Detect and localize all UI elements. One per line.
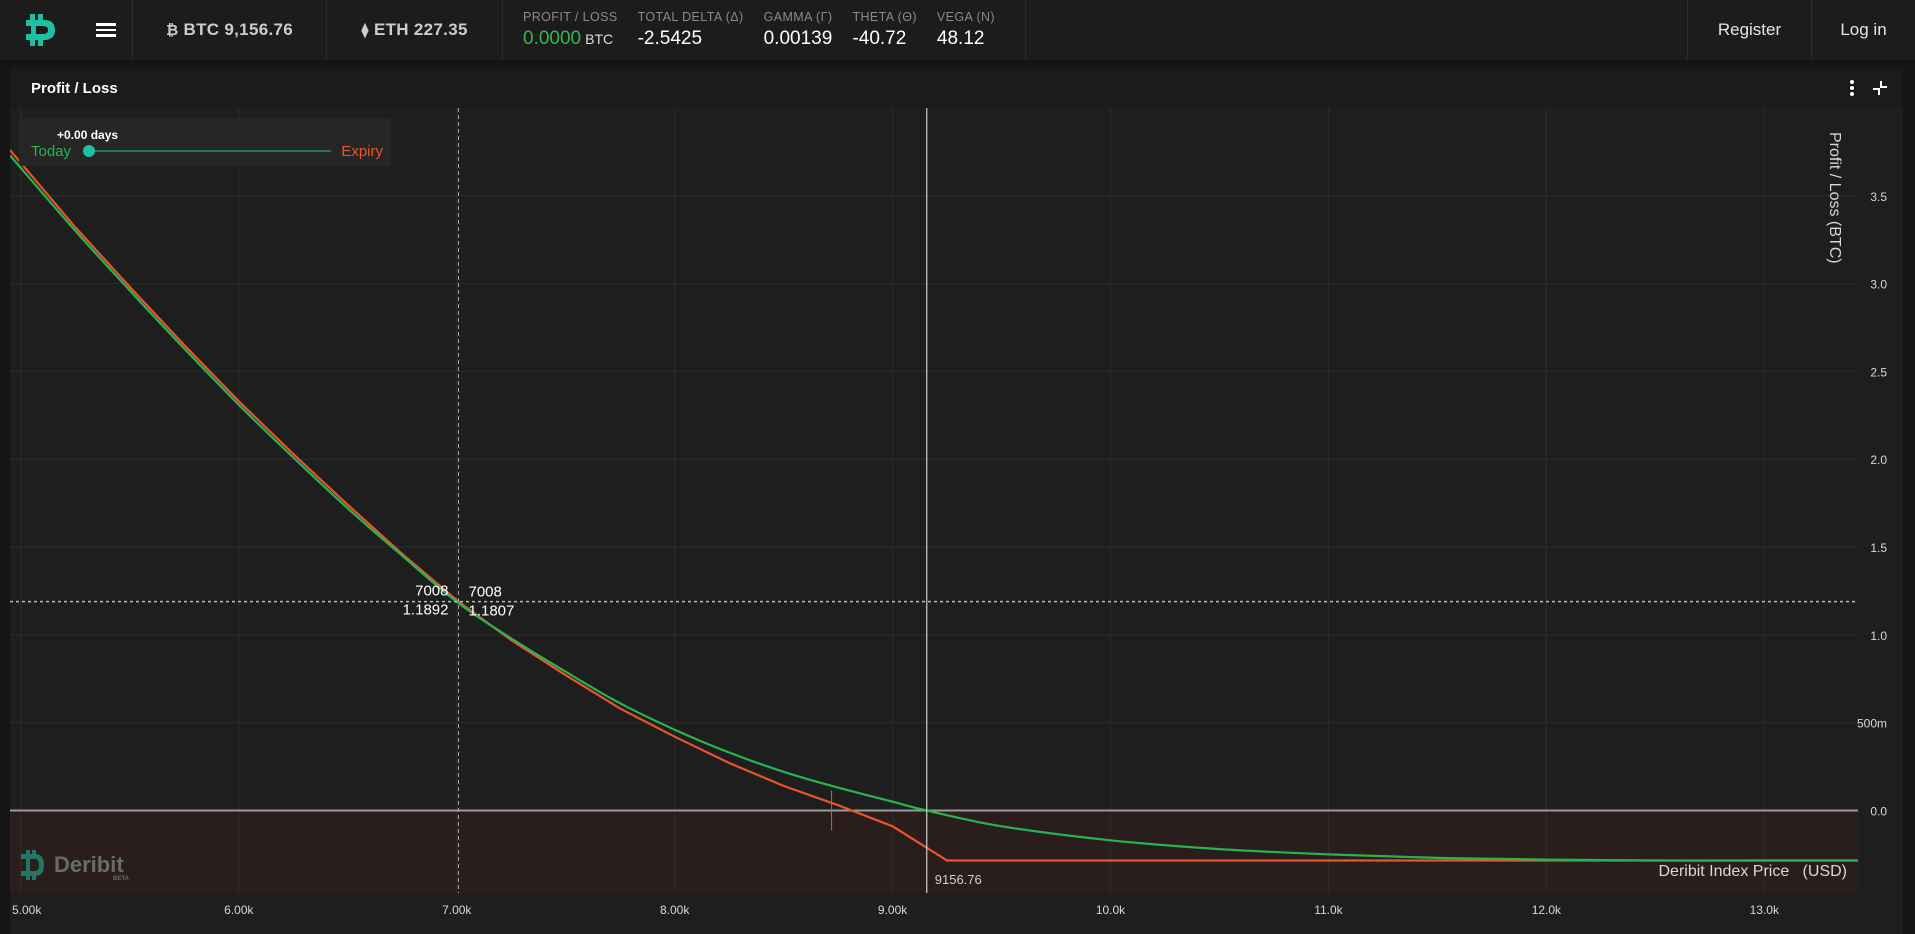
greek-delta: TOTAL DELTA (Δ) -2.5425 (628, 0, 754, 60)
crosshair-expiry-y-label: 1.1892 (403, 602, 449, 619)
more-options-icon[interactable] (1846, 78, 1858, 98)
days-label: +0.00 days (57, 128, 118, 142)
greek-label: VEGA (N) (936, 10, 995, 24)
panel-title: Profit / Loss (31, 80, 118, 97)
collapse-icon[interactable] (1870, 78, 1890, 98)
today-series-line (10, 154, 1858, 862)
x-tick-label: 12.0k (1532, 903, 1562, 917)
svg-text:BETA: BETA (113, 876, 130, 882)
profit-loss-panel: Profit / Loss 9156.76 7008 1.1892 7008 1… (10, 68, 1903, 934)
ethereum-icon: ⧫ (361, 22, 369, 39)
hamburger-icon (96, 20, 116, 40)
today-label: Today (31, 143, 72, 160)
btc-ticker[interactable]: ₿ BTC 9,156.76 (132, 0, 326, 60)
greeks-summary: PROFIT / LOSS 0.0000 BTC TOTAL DELTA (Δ) … (502, 0, 1026, 60)
x-tick-label: 6.00k (224, 903, 254, 917)
y-axis-ticks: 0.0 500m 1.0 1.5 2.0 2.5 3.0 3.5 (1857, 190, 1887, 819)
greek-value: 0.0000 BTC (523, 28, 614, 49)
x-tick-label: 10.0k (1096, 903, 1126, 917)
greek-value: 48.12 (936, 28, 985, 49)
eth-ticker[interactable]: ⧫ ETH 227.35 (326, 0, 502, 60)
x-tick-label: 9.00k (878, 903, 908, 917)
time-slider[interactable]: +0.00 days Today Expiry (19, 118, 391, 166)
x-tick-label: 8.00k (660, 903, 690, 917)
x-tick-label: 11.0k (1314, 903, 1343, 917)
greek-label: TOTAL DELTA (Δ) (637, 10, 744, 24)
greek-value: -40.72 (852, 28, 907, 49)
x-axis-ticks: 5.00k 6.00k 7.00k 8.00k 9.00k 10.0k 11.0k 12.0k… (12, 903, 1780, 917)
chart-grid (10, 108, 1858, 893)
greek-gamma: GAMMA (Γ) 0.00139 (754, 0, 843, 60)
crosshair-expiry-x-label: 7008 (415, 583, 448, 600)
x-tick-label: 13.0k (1750, 903, 1780, 917)
login-button[interactable]: Log in (1811, 0, 1915, 60)
profit-loss-chart[interactable]: 9156.76 7008 1.1892 7008 1.1807 0.0 500m 1… (10, 108, 1903, 934)
y-tick-label: 1.0 (1870, 629, 1887, 643)
y-tick-label: 2.0 (1870, 453, 1887, 467)
expiry-label: Expiry (341, 143, 383, 160)
greek-profit-loss: PROFIT / LOSS 0.0000 BTC (513, 0, 628, 60)
greek-value: -2.5425 (637, 28, 703, 49)
crosshair-today-x-label: 7008 (468, 584, 501, 601)
greek-label: PROFIT / LOSS (523, 10, 618, 24)
menu-button[interactable] (80, 0, 132, 60)
greek-value: 0.00139 (763, 28, 833, 49)
svg-text:Deribit: Deribit (54, 852, 124, 877)
expiry-series-line (10, 149, 1858, 862)
deribit-logo-icon (26, 14, 55, 46)
greek-theta: THETA (Θ) -40.72 (842, 0, 926, 60)
x-tick-label: 5.00k (12, 903, 42, 917)
eth-price: ETH 227.35 (373, 20, 468, 39)
index-price-label: 9156.76 (935, 872, 982, 887)
deribit-logo[interactable] (0, 0, 80, 60)
y-tick-label: 1.5 (1870, 541, 1887, 555)
y-tick-label: 0.0 (1870, 804, 1887, 818)
x-axis-title: Deribit Index Price (USD) (1659, 863, 1848, 880)
y-tick-label: 500m (1857, 717, 1887, 731)
y-axis-title: Profit / Loss (BTC) (1826, 132, 1843, 264)
panel-header: Profit / Loss (10, 68, 1903, 108)
greek-label: THETA (Θ) (852, 10, 917, 24)
btc-price: BTC 9,156.76 (183, 20, 293, 39)
y-tick-label: 3.5 (1870, 190, 1887, 204)
y-tick-label: 2.5 (1870, 365, 1887, 379)
register-button[interactable]: Register (1687, 0, 1811, 60)
greek-label: GAMMA (Γ) (763, 10, 833, 24)
bitcoin-icon: ₿ (166, 21, 179, 39)
crosshair-today-y-label: 1.1807 (468, 603, 514, 620)
y-tick-label: 3.0 (1870, 278, 1887, 292)
slider-knob[interactable] (83, 145, 95, 157)
x-tick-label: 7.00k (442, 903, 472, 917)
greek-vega: VEGA (N) 48.12 (927, 0, 1005, 60)
top-bar: ₿ BTC 9,156.76 ⧫ ETH 227.35 PROFIT / LOS… (0, 0, 1915, 61)
